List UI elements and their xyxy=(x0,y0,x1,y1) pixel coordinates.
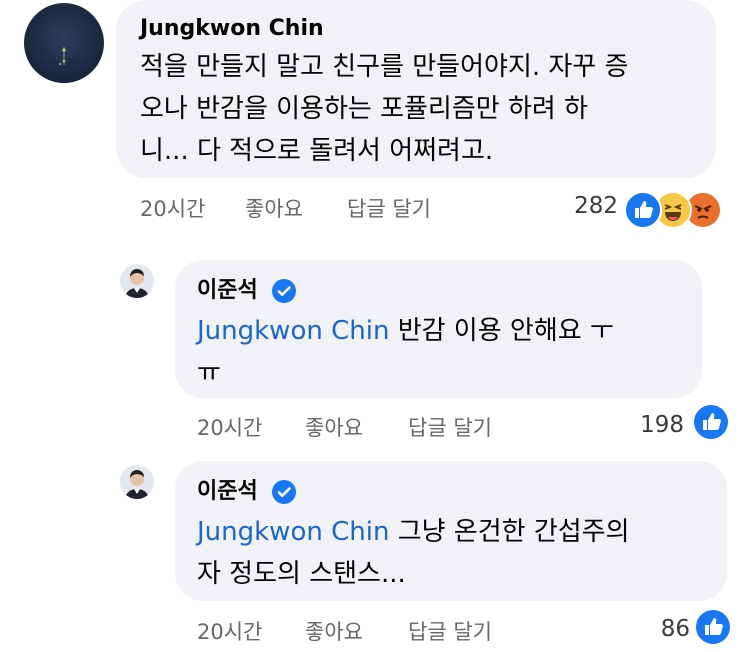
like-link[interactable]: 좋아요 xyxy=(245,193,303,223)
comment-line: 니... 다 적으로 돌려서 어쩌려고. xyxy=(140,136,494,166)
comment-line: 오나 반감을 이용하는 포퓰리즘만 하려 하 xyxy=(140,94,588,124)
mention-link[interactable]: Jungkwon Chin xyxy=(197,517,389,547)
comment-text: Jungkwon Chin 반감 이용 안해요 ㅜ ㅠ xyxy=(197,310,687,394)
comment-author[interactable]: 이준석 xyxy=(197,278,258,304)
like-icon[interactable] xyxy=(696,610,730,644)
comment-author[interactable]: 이준석 xyxy=(197,479,258,505)
comment-line: 그냥 온건한 간섭주의 xyxy=(389,517,630,547)
like-link[interactable]: 좋아요 xyxy=(305,616,363,646)
avatar-night-image xyxy=(59,47,66,65)
mention-link[interactable]: Jungkwon Chin xyxy=(197,316,389,346)
verified-badge-icon xyxy=(272,480,296,504)
reaction-count[interactable]: 86 xyxy=(620,616,690,642)
avatar[interactable] xyxy=(24,3,104,83)
comment-bubble: 이준석 Jungkwon Chin 그냥 온건한 간섭주의 자 정도의 스탠스.… xyxy=(175,461,727,601)
reaction-count[interactable]: 198 xyxy=(614,412,684,438)
like-icon[interactable] xyxy=(694,405,728,439)
avatar[interactable] xyxy=(120,264,154,298)
comment-line: ㅠ xyxy=(197,358,221,388)
reply-link[interactable]: 답글 달기 xyxy=(408,616,492,646)
reaction-count[interactable]: 282 xyxy=(548,193,618,219)
comment-line: 자 정도의 스탠스... xyxy=(197,559,406,589)
comment-time[interactable]: 20시간 xyxy=(197,616,262,646)
reply-link[interactable]: 답글 달기 xyxy=(408,412,492,442)
comment-time[interactable]: 20시간 xyxy=(140,193,205,223)
reply-link[interactable]: 답글 달기 xyxy=(347,193,431,223)
comment-line: 적을 만들지 말고 친구를 만들어야지. 자꾸 증 xyxy=(140,52,629,82)
comment-time[interactable]: 20시간 xyxy=(197,412,262,442)
comment-bubble: 이준석 Jungkwon Chin 반감 이용 안해요 ㅜ ㅠ xyxy=(175,260,702,398)
avatar[interactable] xyxy=(120,465,154,499)
comment-text: Jungkwon Chin 그냥 온건한 간섭주의 자 정도의 스탠스... xyxy=(197,511,712,595)
verified-badge-icon xyxy=(272,279,296,303)
avatar-person-image xyxy=(120,264,154,298)
comment-text: 적을 만들지 말고 친구를 만들어야지. 자꾸 증 오나 반감을 이용하는 포퓰… xyxy=(140,46,710,172)
comment-line: 반감 이용 안해요 ㅜ xyxy=(389,316,614,346)
like-icon[interactable] xyxy=(624,191,662,229)
comment-author[interactable]: Jungkwon Chin xyxy=(140,16,324,42)
comment-bubble: Jungkwon Chin 적을 만들지 말고 친구를 만들어야지. 자꾸 증 … xyxy=(116,0,716,178)
avatar-person-image xyxy=(120,465,154,499)
like-link[interactable]: 좋아요 xyxy=(305,412,363,442)
